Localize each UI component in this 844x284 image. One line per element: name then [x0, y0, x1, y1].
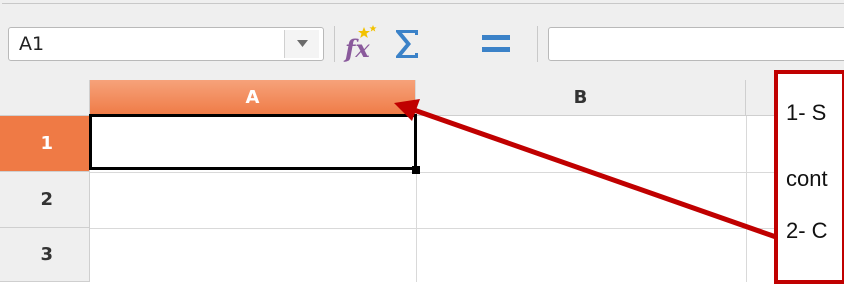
callout-line-1: 1- S: [786, 100, 827, 125]
callout-line-2: cont: [786, 166, 828, 191]
annotation-callout: 1- S cont 2- C: [774, 70, 844, 284]
spreadsheet-window: A1 fx A B 1 2 3 1- S cont 2- C: [0, 0, 844, 284]
callout-line-3: 2- C: [786, 218, 828, 243]
annotation-arrow: [394, 99, 777, 240]
